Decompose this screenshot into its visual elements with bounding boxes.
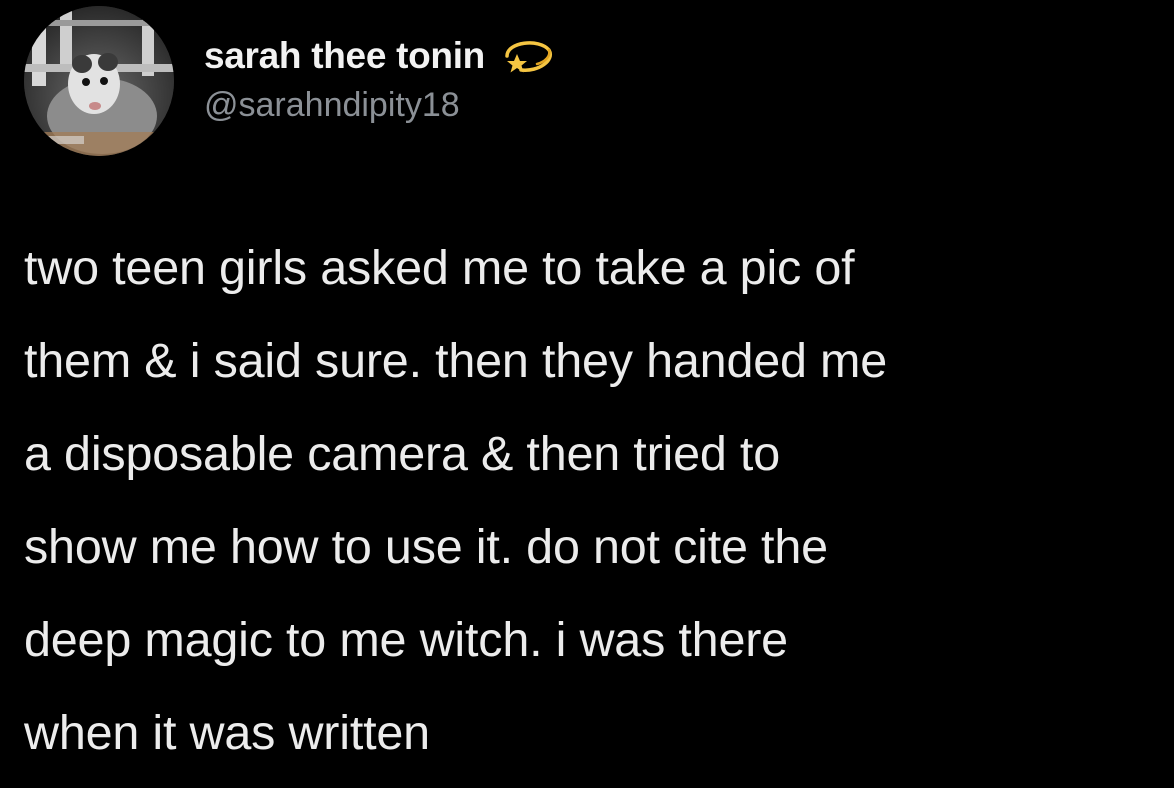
tweet-text-line: when it was written bbox=[24, 706, 430, 760]
tweet-text-line: deep magic to me witch. i was there bbox=[24, 613, 788, 667]
author-name-row: sarah thee tonin bbox=[204, 34, 555, 78]
author-identity: sarah thee tonin @sarahndipity18 bbox=[204, 34, 555, 125]
tweet-text-line: two teen girls asked me to take a pic of bbox=[24, 241, 855, 295]
tweet-text-line: show me how to use it. do not cite the bbox=[24, 520, 828, 574]
opossum-avatar-icon[interactable] bbox=[24, 6, 174, 156]
dizzy-star-emoji-icon bbox=[505, 41, 552, 73]
author-display-name[interactable]: sarah thee tonin bbox=[204, 35, 485, 77]
tweet-text-line: a disposable camera & then tried to bbox=[24, 427, 780, 481]
tweet-text-line: them & i said sure. then they handed me bbox=[24, 334, 888, 388]
tweet-header: sarah thee tonin @sarahndipity18 bbox=[24, 6, 555, 166]
tweet-text: two teen girls asked me to take a pic of… bbox=[24, 222, 1164, 780]
author-handle[interactable]: @sarahndipity18 bbox=[204, 86, 555, 125]
tweet-card: sarah thee tonin @sarahndipity18 two tee… bbox=[0, 0, 1174, 788]
